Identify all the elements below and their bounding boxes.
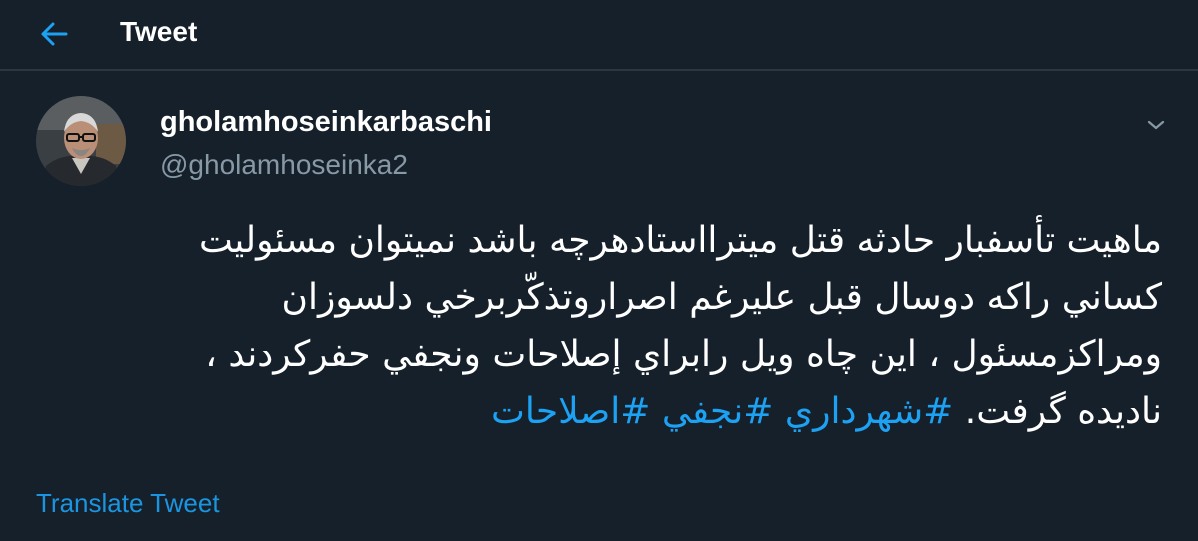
author-handle[interactable]: @gholamhoseinka2 — [160, 147, 408, 183]
tweet-text-line-last: ناديده گرفت. #شهرداري #نجفي #اصلاحات — [22, 383, 1162, 440]
tweet-text-line: كساني راكه دوسال قبل عليرغم اصراروتذكّرب… — [281, 277, 1163, 318]
translate-tweet-link[interactable]: Translate Tweet — [36, 487, 220, 519]
arrow-left-icon — [41, 22, 68, 46]
hashtag-link[interactable]: #نجفي — [662, 391, 774, 432]
avatar[interactable] — [36, 96, 126, 186]
back-button[interactable] — [30, 12, 78, 56]
hashtag-link[interactable]: #اصلاحات — [491, 391, 650, 432]
tweet-text-line: ماهيت تأسفبار حادثه قتل ميترااستادهرچه ب… — [198, 220, 1162, 261]
tweet-page: Tweet gholamhoseinkarbaschi @gholamhosei… — [0, 0, 1198, 541]
tweet-text-line: ومراكزمسئول ، اين چاه ويل رابراي إصلاحات… — [205, 334, 1162, 375]
author-display-name[interactable]: gholamhoseinkarbaschi — [160, 104, 492, 140]
tweet-text-segment: ناديده گرفت. — [964, 391, 1162, 432]
tweet-menu-button[interactable] — [1138, 110, 1174, 140]
top-bar: Tweet — [0, 0, 1198, 71]
hashtag-link[interactable]: #شهرداري — [785, 391, 953, 432]
tweet-text: ماهيت تأسفبار حادثه قتل ميترااستادهرچه ب… — [22, 212, 1162, 440]
chevron-down-icon — [1147, 120, 1165, 130]
page-title: Tweet — [120, 16, 198, 47]
user-photo-avatar — [36, 96, 126, 186]
